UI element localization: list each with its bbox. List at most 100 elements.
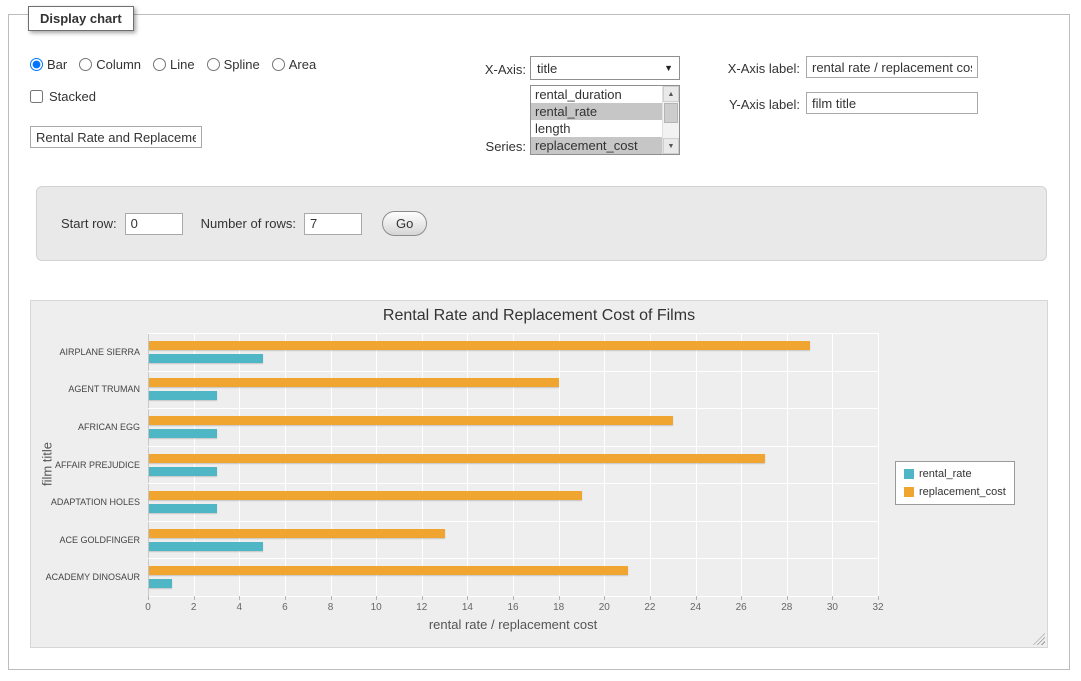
plot-area bbox=[148, 333, 878, 596]
page: Display chart Bar Column Line Spline Area St… bbox=[0, 0, 1081, 681]
axis-tick bbox=[239, 596, 240, 600]
gridline bbox=[148, 333, 878, 334]
resize-handle-icon[interactable] bbox=[1033, 633, 1045, 645]
gridline bbox=[148, 446, 878, 447]
series-listbox[interactable]: rental_durationrental_ratelengthreplacem… bbox=[530, 85, 680, 155]
start-row-input[interactable] bbox=[125, 213, 183, 235]
chart-type-option-line[interactable]: Line bbox=[153, 57, 195, 72]
legend-swatch-icon bbox=[904, 487, 914, 497]
axis-tick bbox=[650, 596, 651, 600]
axis-tick bbox=[194, 596, 195, 600]
bar-replacement_cost bbox=[149, 341, 810, 350]
x-tick-label: 4 bbox=[236, 602, 242, 613]
series-list-label: Series: bbox=[458, 139, 526, 154]
scroll-up-icon[interactable]: ▲ bbox=[663, 86, 679, 102]
gridline bbox=[376, 333, 377, 596]
number-of-rows-input[interactable] bbox=[304, 213, 362, 235]
bar-rental_rate bbox=[149, 391, 217, 400]
gridline bbox=[422, 333, 423, 596]
x-tick-label: 24 bbox=[690, 602, 701, 613]
gridline bbox=[696, 333, 697, 596]
legend-item-rental_rate[interactable]: rental_rate bbox=[904, 468, 1006, 480]
gridline bbox=[513, 333, 514, 596]
y-axis-label-label: Y-Axis label: bbox=[714, 97, 800, 112]
start-row-label: Start row: bbox=[61, 216, 117, 231]
axis-tick bbox=[696, 596, 697, 600]
fieldset-legend: Display chart bbox=[28, 6, 134, 31]
chart-type-label-area: Area bbox=[289, 57, 316, 72]
category-label: AFRICAN EGG bbox=[35, 422, 140, 432]
chart-type-radio-spline[interactable] bbox=[207, 58, 220, 71]
chart-title-input[interactable] bbox=[30, 126, 202, 148]
y-axis-label-input[interactable] bbox=[806, 92, 978, 114]
bar-rental_rate bbox=[149, 542, 263, 551]
x-axis-select[interactable]: title ▼ bbox=[530, 56, 680, 80]
legend-label-rental_rate: rental_rate bbox=[919, 468, 972, 480]
gridline bbox=[194, 333, 195, 596]
chart-type-option-area[interactable]: Area bbox=[272, 57, 316, 72]
x-axis-label-input[interactable] bbox=[806, 56, 978, 78]
go-button[interactable]: Go bbox=[382, 211, 427, 236]
x-tick-label: 28 bbox=[781, 602, 792, 613]
chart-type-option-column[interactable]: Column bbox=[79, 57, 141, 72]
chart-type-option-bar[interactable]: Bar bbox=[30, 57, 67, 72]
gridline bbox=[331, 333, 332, 596]
bar-replacement_cost bbox=[149, 529, 445, 538]
category-label: AGENT TRUMAN bbox=[35, 384, 140, 394]
chart-type-radio-line[interactable] bbox=[153, 58, 166, 71]
axis-tick bbox=[148, 596, 149, 600]
x-tick-label: 22 bbox=[644, 602, 655, 613]
axis-tick bbox=[832, 596, 833, 600]
series-option-replacement_cost[interactable]: replacement_cost bbox=[531, 137, 662, 154]
gridline bbox=[787, 333, 788, 596]
axis-tick bbox=[878, 596, 879, 600]
bar-rental_rate bbox=[149, 467, 217, 476]
chart-x-axis-title: rental rate / replacement cost bbox=[429, 617, 597, 632]
axis-tick bbox=[559, 596, 560, 600]
gridline bbox=[148, 408, 878, 409]
chart-legend: rental_rate replacement_cost bbox=[895, 461, 1015, 505]
x-axis-label-label: X-Axis label: bbox=[714, 61, 800, 76]
bar-replacement_cost bbox=[149, 416, 673, 425]
series-listbox-scrollbar[interactable]: ▲ ▼ bbox=[662, 86, 679, 154]
number-of-rows-label: Number of rows: bbox=[201, 216, 296, 231]
chart-type-radio-area[interactable] bbox=[272, 58, 285, 71]
chart-type-radio-bar[interactable] bbox=[30, 58, 43, 71]
legend-item-replacement_cost[interactable]: replacement_cost bbox=[904, 486, 1006, 498]
gridline bbox=[559, 333, 560, 596]
gridline bbox=[148, 483, 878, 484]
bar-rental_rate bbox=[149, 354, 263, 363]
gridline bbox=[239, 333, 240, 596]
x-axis-select-label: X-Axis: bbox=[458, 62, 526, 77]
axis-tick bbox=[787, 596, 788, 600]
series-option-length[interactable]: length bbox=[531, 120, 662, 137]
gridline bbox=[878, 333, 879, 596]
x-tick-label: 32 bbox=[872, 602, 883, 613]
gridline bbox=[148, 333, 149, 596]
scroll-down-icon[interactable]: ▼ bbox=[663, 138, 679, 154]
scrollbar-thumb[interactable] bbox=[664, 103, 678, 123]
category-label: AIRPLANE SIERRA bbox=[35, 347, 140, 357]
bar-replacement_cost bbox=[149, 454, 765, 463]
x-tick-label: 26 bbox=[736, 602, 747, 613]
series-option-rental_duration[interactable]: rental_duration bbox=[531, 86, 662, 103]
chart-type-label-column: Column bbox=[96, 57, 141, 72]
gridline bbox=[148, 521, 878, 522]
gridline bbox=[604, 333, 605, 596]
chart-type-radio-column[interactable] bbox=[79, 58, 92, 71]
x-tick-label: 10 bbox=[371, 602, 382, 613]
series-option-rental_rate[interactable]: rental_rate bbox=[531, 103, 662, 120]
legend-swatch-icon bbox=[904, 469, 914, 479]
bar-rental_rate bbox=[149, 429, 217, 438]
x-tick-label: 8 bbox=[328, 602, 334, 613]
x-axis-selected-value: title bbox=[537, 61, 557, 76]
row-range-panel: Start row: Number of rows: Go bbox=[36, 186, 1047, 261]
category-label: ADAPTATION HOLES bbox=[35, 497, 140, 507]
chart-type-option-spline[interactable]: Spline bbox=[207, 57, 260, 72]
stacked-checkbox[interactable] bbox=[30, 90, 43, 103]
stacked-option[interactable]: Stacked bbox=[30, 89, 96, 104]
x-tick-label: 30 bbox=[827, 602, 838, 613]
x-tick-label: 0 bbox=[145, 602, 151, 613]
gridline bbox=[741, 333, 742, 596]
stacked-label: Stacked bbox=[49, 89, 96, 104]
